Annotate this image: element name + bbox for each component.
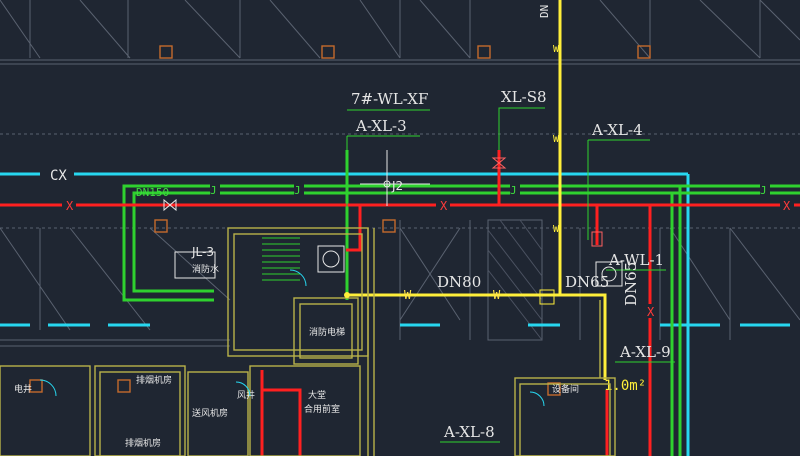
svg-text:设备间: 设备间 [552, 383, 579, 395]
svg-text:风井: 风井 [237, 389, 255, 401]
svg-text:W: W [493, 288, 501, 302]
cad-plan-svg: CX J J J J DN150 X X X X W W W W W DN 7#… [0, 0, 800, 456]
svg-text:X: X [647, 305, 655, 319]
svg-text:电井: 电井 [14, 383, 32, 395]
cx-pipe: CX [0, 166, 690, 456]
building-walls [0, 227, 616, 456]
yellow-pipes [347, 0, 607, 380]
label-dn65-vertical: DN65 [622, 262, 640, 306]
svg-text:W: W [404, 288, 412, 302]
svg-text:合用前室: 合用前室 [304, 403, 340, 415]
yellow-labels: W W W W W DN [404, 5, 560, 302]
svg-text:W: W [553, 224, 560, 235]
cad-drawing-canvas[interactable]: CX J J J J DN150 X X X X W W W W W DN 7#… [0, 0, 800, 456]
svg-text:消防水: 消防水 [192, 263, 219, 275]
svg-text:W: W [553, 134, 560, 145]
svg-text:大堂: 大堂 [308, 389, 326, 401]
label-a-xl-4: A-XL-4 [591, 121, 643, 139]
svg-text:送风机房: 送风机房 [192, 407, 228, 419]
svg-text:DN: DN [538, 5, 551, 18]
svg-text:X: X [440, 199, 448, 213]
green-j-marks: J J J J DN150 [136, 181, 770, 199]
cx-label: CX [50, 168, 67, 184]
svg-text:消防电梯: 消防电梯 [309, 326, 345, 338]
dn150-label: DN150 [136, 186, 169, 199]
svg-text:X: X [66, 199, 74, 213]
label-xl-s8: XL-S8 [501, 88, 547, 106]
label-7-wl-xf: 7#-WL-XF [351, 90, 428, 108]
svg-text:J: J [210, 184, 217, 197]
svg-text:J: J [510, 184, 517, 197]
label-a-xl-9: A-XL-9 [619, 343, 671, 361]
label-a-xl-8: A-XL-8 [443, 423, 495, 441]
label-j2: J2 [391, 179, 403, 193]
svg-text:X: X [783, 199, 791, 213]
stair-lines [262, 237, 300, 281]
svg-text:J: J [294, 184, 301, 197]
label-a-xl-3: A-XL-3 [355, 117, 407, 135]
svg-text:排烟机房: 排烟机房 [125, 437, 161, 449]
svg-text:排烟机房: 排烟机房 [136, 374, 172, 386]
hatched-shaft [487, 219, 543, 341]
svg-text:J: J [760, 184, 767, 197]
label-dn80: DN80 [437, 273, 481, 291]
svg-text:W: W [553, 44, 560, 55]
